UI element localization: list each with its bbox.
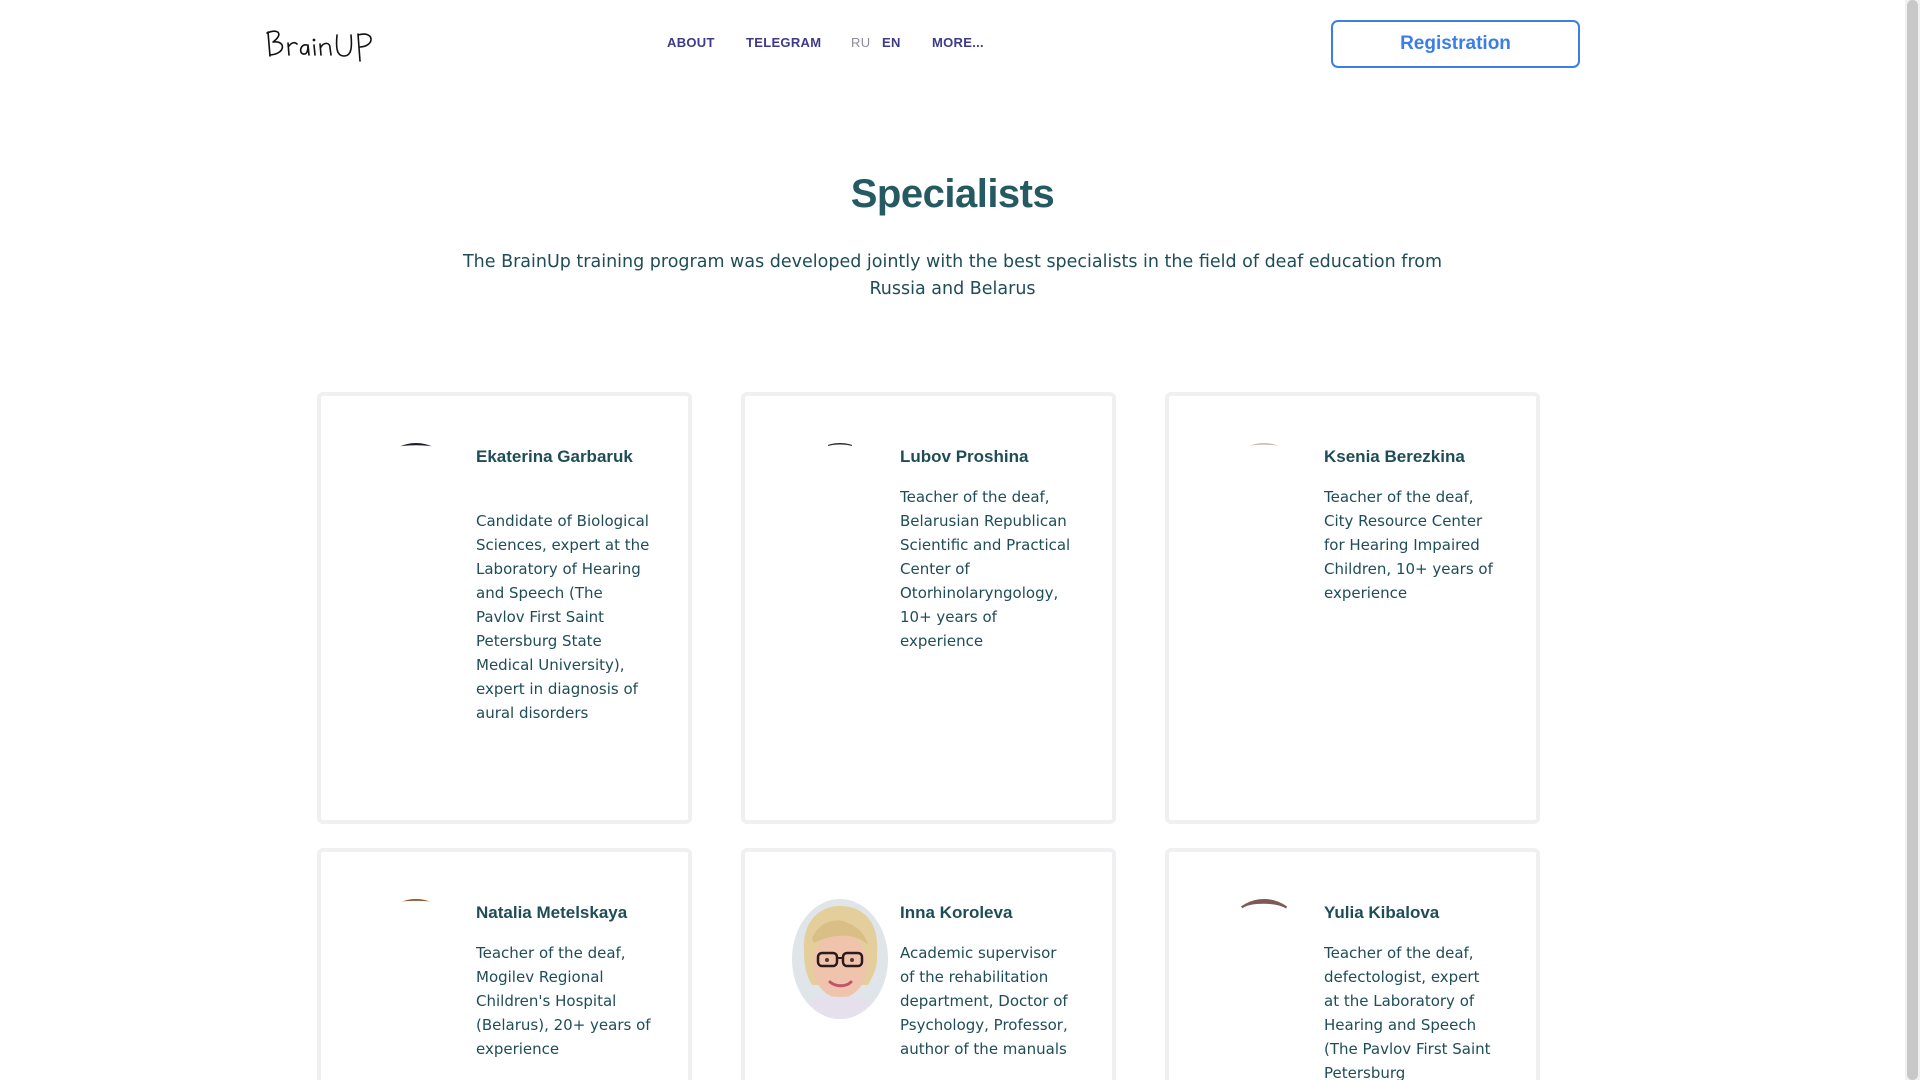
specialist-photo	[368, 443, 464, 563]
specialist-card: Yulia Kibalova Teacher of the deaf, defe…	[1165, 848, 1540, 1080]
specialists-page: ABOUT TELEGRAM RU EN MORE... Registratio…	[0, 0, 1920, 1080]
nav-more-link[interactable]: MORE...	[932, 35, 984, 50]
registration-button[interactable]: Registration	[1331, 20, 1580, 68]
specialist-card: Lubov Proshina Teacher of the deaf, Bela…	[741, 392, 1116, 824]
specialist-name: Inna Koroleva	[900, 903, 1013, 922]
specialist-description: Candidate of Biological Sciences, expert…	[476, 512, 650, 722]
specialist-card: Inna Koroleva Academic supervisor of the…	[741, 848, 1116, 1080]
specialist-photo	[792, 899, 888, 1019]
specialist-photo	[1216, 443, 1312, 563]
specialist-description: Academic supervisor of the rehabilitatio…	[900, 944, 1068, 1058]
page-title: Specialists	[850, 172, 1055, 216]
specialist-description: Teacher of the deaf, Mogilev Regional Ch…	[476, 944, 651, 1058]
scrollbar-thumb[interactable]	[1907, 0, 1918, 1080]
vertical-scrollbar[interactable]	[1905, 0, 1920, 1080]
specialist-name: Ksenia Berezkina	[1324, 447, 1465, 466]
nav-about-link[interactable]: ABOUT	[667, 35, 715, 50]
specialist-description: Teacher of the deaf, defectologist, expe…	[1324, 944, 1491, 1080]
page-subtitle: The BrainUp training program was develop…	[462, 252, 1443, 299]
specialist-card: Ekaterina Garbaruk Candidate of Biologic…	[317, 392, 692, 824]
specialist-name: Ekaterina Garbaruk	[476, 447, 633, 466]
specialist-photo	[792, 443, 888, 563]
specialist-name: Natalia Metelskaya	[476, 903, 628, 922]
lang-en-link[interactable]: EN	[882, 35, 901, 50]
brainup-logo[interactable]	[264, 26, 380, 62]
specialist-name: Lubov Proshina	[900, 447, 1029, 466]
brainup-logo-icon	[266, 30, 372, 62]
specialist-card: Natalia Metelskaya Teacher of the deaf, …	[317, 848, 692, 1080]
specialist-card: Ksenia Berezkina Teacher of the deaf, Ci…	[1165, 392, 1540, 824]
specialist-name: Yulia Kibalova	[1324, 903, 1440, 922]
nav-telegram-link[interactable]: TELEGRAM	[746, 35, 821, 50]
specialist-photo	[368, 899, 464, 1019]
specialist-description: Teacher of the deaf, City Resource Cente…	[1324, 488, 1493, 602]
lang-ru-link[interactable]: RU	[851, 35, 870, 50]
specialist-photo	[1216, 899, 1312, 1019]
specialist-description: Teacher of the deaf, Belarusian Republic…	[900, 488, 1071, 650]
